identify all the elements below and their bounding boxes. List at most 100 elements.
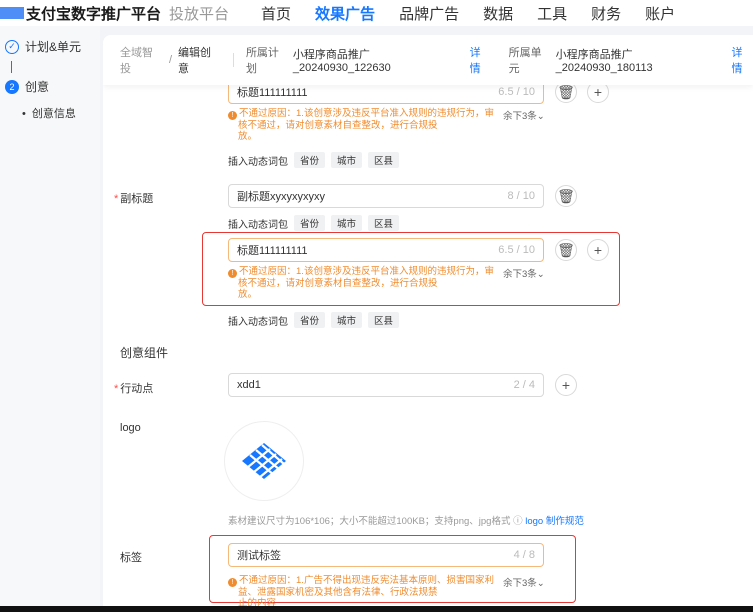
delete-button[interactable]: 🗑 (555, 239, 577, 261)
label-text: 副标题 (120, 193, 154, 205)
check-icon: ✓ (5, 39, 19, 54)
tag-district[interactable]: 区县 (368, 312, 400, 328)
tag-province[interactable]: 省份 (294, 215, 326, 231)
reject-text: 核不通过，请对创意素材自查整改，进行合规投 (238, 278, 438, 289)
dynamic-words-label: 插入动态词包 (228, 316, 288, 328)
more-reasons-toggle[interactable]: 余下3条⌄ (503, 108, 545, 122)
nav-tools[interactable]: 工具 (537, 3, 567, 24)
logo-hint: 素材建议尺寸为106*106；大小不能超过100KB；支持png、jpg格式 ⓘ… (228, 513, 584, 527)
substep-creative-info[interactable]: 创意信息 (22, 105, 76, 121)
more-label: 余下3条 (503, 269, 537, 280)
plus-icon: + (561, 377, 571, 393)
warning-icon: ! (228, 111, 237, 120)
logo-label: logo (120, 422, 141, 434)
dynamic-words-row: 插入动态词包 省份 城市 区县 (228, 152, 400, 168)
brand-logo-icon (0, 7, 24, 19)
tag-province[interactable]: 省份 (294, 312, 326, 328)
add-button[interactable]: + (587, 239, 609, 261)
title-input-mid[interactable]: 标题111111111 6.5 / 10 (228, 238, 544, 262)
input-value: xdd1 (237, 379, 261, 391)
step-label: 计划&单元 (25, 40, 82, 54)
trash-icon: 🗑 (557, 187, 575, 204)
reject-text: 放。 (238, 289, 258, 300)
more-reasons-toggle[interactable]: 余下3条⌄ (503, 575, 545, 589)
action-input[interactable]: xdd1 2 / 4 (228, 373, 544, 397)
chevron-down-icon: ⌄ (536, 269, 545, 280)
add-button[interactable]: + (555, 374, 577, 396)
step-creative[interactable]: 2 创意 (5, 78, 49, 95)
trash-icon: 🗑 (557, 83, 575, 100)
tag-province[interactable]: 省份 (294, 152, 326, 168)
reject-reason: ! 不通过原因：1.该创意涉及违反平台准入规则的违规行为，审 核不通过，请对创意素… (228, 266, 498, 300)
reject-text: 益、泄露国家机密及其他含有法律、行政法规禁 (238, 587, 438, 598)
reject-label: 不通过原因： (239, 575, 297, 586)
input-value: 标题111111111 (237, 245, 308, 257)
unit-value: 小程序商品推广_20240930_180113 (555, 49, 653, 74)
nav-home[interactable]: 首页 (261, 3, 291, 24)
dynamic-words-label: 插入动态词包 (228, 156, 288, 168)
char-count: 8 / 10 (507, 190, 535, 202)
char-count: 6.5 / 10 (498, 86, 535, 98)
brand-name: 支付宝数字推广平台 (26, 5, 162, 23)
input-value: 标题111111111 (237, 87, 308, 99)
chevron-down-icon: ⌄ (536, 111, 545, 122)
breadcrumb-root[interactable]: 全域智投 (120, 44, 163, 76)
reject-text: 1.广告不得出现违反宪法基本原则、损害国家利 (296, 575, 494, 586)
warning-icon: ! (228, 578, 237, 587)
tag-label: 标签 (120, 552, 142, 564)
step-label: 创意 (25, 80, 50, 94)
logo-upload[interactable] (224, 421, 304, 501)
nav-data[interactable]: 数据 (483, 3, 513, 24)
input-value: 测试标签 (237, 550, 281, 562)
unit-detail-link[interactable]: 详情 (732, 44, 753, 76)
more-reasons-toggle[interactable]: 余下3条⌄ (503, 266, 545, 280)
reject-reason: ! 不通过原因：1.广告不得出现违反宪法基本原则、损害国家利 益、泄露国家机密及其… (228, 575, 498, 609)
plus-icon: + (593, 242, 603, 258)
tag-city[interactable]: 城市 (331, 312, 363, 328)
more-label: 余下3条 (503, 578, 537, 589)
dynamic-words-label: 插入动态词包 (228, 219, 288, 231)
breadcrumb-current: 编辑创意 (178, 47, 212, 75)
input-value: 副标题xyxyxyxyxy (237, 191, 325, 203)
step-plan-unit[interactable]: ✓ 计划&单元 (5, 38, 81, 55)
hint-text: 素材建议尺寸为106*106；大小不能超过100KB；支持png、jpg格式 (228, 516, 511, 527)
more-label: 余下3条 (503, 111, 537, 122)
subtitle-input[interactable]: 副标题xyxyxyxyxy 8 / 10 (228, 184, 544, 208)
step-connector (11, 61, 12, 73)
nav-account[interactable]: 账户 (645, 3, 675, 24)
char-count: 2 / 4 (513, 379, 535, 391)
reject-text: 1.该创意涉及违反平台准入规则的违规行为，审 (296, 266, 494, 277)
main-nav: 首页 效果广告 品牌广告 数据 工具 财务 账户 (261, 3, 699, 24)
bottom-edge (0, 606, 753, 612)
unit-key: 所属单元 (508, 47, 542, 75)
warning-icon: ! (228, 269, 237, 278)
divider (232, 53, 234, 67)
reject-text: 核不通过，请对创意素材自查整改，进行合规投 (238, 120, 438, 131)
brand-subtitle: 投放平台 (169, 5, 230, 23)
reject-label: 不通过原因： (239, 108, 297, 119)
logo-image-icon (242, 443, 286, 479)
delete-button[interactable]: 🗑 (555, 185, 577, 207)
info-icon: ⓘ (513, 516, 523, 527)
breadcrumb-separator: / (168, 54, 173, 66)
reject-text: 放。 (238, 131, 258, 142)
tag-city[interactable]: 城市 (331, 152, 363, 168)
nav-finance[interactable]: 财务 (591, 3, 621, 24)
label-text: 行动点 (120, 383, 154, 395)
chevron-down-icon: ⌄ (536, 578, 545, 589)
tag-city[interactable]: 城市 (331, 215, 363, 231)
plan-value: 小程序商品推广_20240930_122630 (292, 49, 391, 74)
top-nav-bar: 支付宝数字推广平台 投放平台 首页 效果广告 品牌广告 数据 工具 财务 账户 (0, 0, 753, 26)
step-number-badge: 2 (5, 79, 19, 94)
plan-key: 所属计划 (245, 47, 279, 75)
tag-input[interactable]: 测试标签 4 / 8 (228, 543, 544, 567)
logo-spec-link[interactable]: logo 制作规范 (525, 516, 584, 527)
tag-district[interactable]: 区县 (368, 215, 400, 231)
plan-detail-link[interactable]: 详情 (470, 44, 491, 76)
dynamic-words-row: 插入动态词包 省份 城市 区县 (228, 312, 400, 328)
nav-brand-ads[interactable]: 品牌广告 (399, 3, 459, 24)
tag-district[interactable]: 区县 (368, 152, 400, 168)
nav-performance-ads[interactable]: 效果广告 (315, 3, 375, 24)
step-sidebar: ✓ 计划&单元 2 创意 创意信息 (0, 26, 100, 612)
section-title: 创意组件 (120, 346, 169, 360)
